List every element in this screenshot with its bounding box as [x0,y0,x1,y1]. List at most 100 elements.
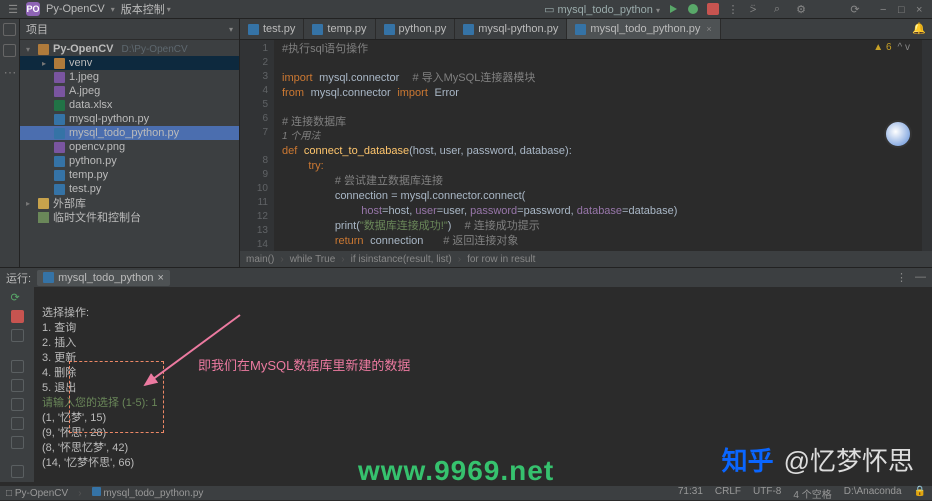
tree-external-libs[interactable]: ▸外部库 [20,196,239,210]
crumb[interactable]: main() [246,254,274,265]
python-icon [54,114,65,125]
tree-scratches[interactable]: 临时文件和控制台 [20,210,239,224]
tree-root[interactable]: ▾ Py-OpenCV D:\Py-OpenCV [20,42,239,56]
wrap-icon[interactable] [11,379,24,392]
status-line-sep[interactable]: CRLF [715,486,741,501]
project-tree[interactable]: ▾ Py-OpenCV D:\Py-OpenCV ▸venv 1.jpeg A.… [20,40,239,226]
sidebar-header[interactable]: 项目 ▾ [20,19,239,40]
code-with-me-icon[interactable]: ⍩ [746,2,760,16]
sidebar-title: 项目 [26,21,48,37]
minimap[interactable] [922,40,932,251]
tree-item[interactable]: data.xlsx [20,98,239,112]
crumb[interactable]: for row in result [467,254,535,265]
code-editor[interactable]: 123456789101112131415161718 #执行sql语句操作 i… [240,40,932,251]
trash-icon[interactable] [11,465,24,478]
lock-icon[interactable]: 🔒 [914,486,926,501]
crumb[interactable]: while True [290,254,336,265]
more-tools-icon[interactable]: ⋯ [4,65,16,81]
chevron-down-icon[interactable]: ▾ [111,5,115,14]
settings-icon[interactable] [11,436,24,449]
close-icon[interactable]: × [157,272,163,284]
image-icon [54,86,65,97]
tab-mysql-todo[interactable]: mysql_todo_python.py× [567,19,720,39]
status-bar: □ Py-OpenCV › mysql_todo_python.py 71:31… [0,486,932,500]
project-tool-icon[interactable] [3,23,16,36]
title-bar: ☰ PO Py-OpenCV ▾ 版本控制▾ ▭ mysql_todo_pyth… [0,0,932,19]
more-icon[interactable]: ⋮ [896,271,907,284]
tree-item[interactable]: mysql-python.py [20,112,239,126]
vcs-menu[interactable]: 版本控制▾ [121,1,171,17]
project-icon: PO [26,2,40,16]
debug-icon[interactable] [686,2,700,16]
tab-mysql-python[interactable]: mysql-python.py [455,19,567,39]
scroll-icon[interactable] [11,360,24,373]
image-icon [54,72,65,83]
tree-item[interactable]: opencv.png [20,140,239,154]
status-file[interactable]: mysql_todo_python.py [92,487,204,499]
main-menu-icon[interactable]: ☰ [6,2,20,16]
library-icon [38,198,49,209]
activity-bar: ⋯ [0,19,20,267]
python-icon [248,24,259,35]
tab-temp[interactable]: temp.py [304,19,375,39]
run-title: 运行: [6,270,31,286]
tree-item[interactable]: python.py [20,154,239,168]
tree-item[interactable]: A.jpeg [20,84,239,98]
status-encoding[interactable]: UTF-8 [753,486,781,501]
run-config-name[interactable]: ▭ mysql_todo_python ▾ [544,3,660,16]
structure-tool-icon[interactable] [3,44,16,57]
python-icon [384,24,395,35]
breadcrumbs[interactable]: main()› while True› if isinstance(result… [240,251,932,267]
run-toolbar: ⟳ [0,287,34,482]
more-icon[interactable]: ⋮ [726,2,740,16]
project-name[interactable]: Py-OpenCV [46,3,105,15]
bell-icon[interactable]: 🔔 [912,22,926,35]
run-tool-window: 运行: mysql_todo_python× ⋮ — ⟳ 选择操作: 1. 查询 … [0,267,932,482]
status-interpreter[interactable]: D:\Anaconda [844,486,902,501]
root-label: Py-OpenCV [53,43,114,55]
image-icon [54,142,65,153]
settings-icon[interactable]: ⚙ [794,2,808,16]
close-icon[interactable]: × [706,24,711,34]
play-icon[interactable] [666,2,680,16]
window-maximize[interactable]: □ [898,4,908,14]
python-icon [54,184,65,195]
window-minimize[interactable]: − [880,4,890,14]
folder-icon [54,58,65,69]
status-indent[interactable]: 4 个空格 [793,486,831,501]
status-project[interactable]: □ Py-OpenCV [6,488,68,499]
code-area[interactable]: #执行sql语句操作 import mysql.connector # 导入My… [274,40,922,251]
root-path: D:\Py-OpenCV [122,44,188,55]
stop-icon[interactable] [11,310,24,323]
tree-item[interactable]: 1.jpeg [20,70,239,84]
tab-test[interactable]: test.py [240,19,304,39]
window-close[interactable]: × [916,4,926,14]
assistant-avatar-icon[interactable] [884,120,912,148]
filter-icon[interactable] [11,417,24,430]
status-caret[interactable]: 71:31 [678,486,703,501]
crumb[interactable]: if isinstance(result, list) [351,254,452,265]
stop-icon[interactable] [706,2,720,16]
tree-item-active[interactable]: mysql_todo_python.py [20,126,239,140]
editor-tabs: test.py temp.py python.py mysql-python.p… [240,19,932,40]
tree-item-venv[interactable]: ▸venv [20,56,239,70]
minimize-tool-icon[interactable]: — [915,271,926,284]
tree-item[interactable]: temp.py [20,168,239,182]
tree-item[interactable]: test.py [20,182,239,196]
tab-python[interactable]: python.py [376,19,456,39]
chevron-down-icon[interactable]: ▾ [229,25,233,34]
python-icon [463,24,474,35]
search-icon[interactable]: ⌕ [770,2,784,16]
editor-inspections[interactable]: ▲ 6^ v [873,42,910,53]
python-icon [54,156,65,167]
sync-icon[interactable]: ⟳ [848,2,862,16]
rerun-icon[interactable]: ⟳ [11,291,24,304]
print-icon[interactable] [11,398,24,411]
run-tab[interactable]: mysql_todo_python× [37,270,170,286]
project-sidebar: 项目 ▾ ▾ Py-OpenCV D:\Py-OpenCV ▸venv 1.jp… [20,19,240,267]
more-icon[interactable] [11,329,24,342]
console-output[interactable]: 选择操作: 1. 查询 2. 插入 3. 更新 4. 删除 5. 退出 请输入您… [34,287,932,482]
python-icon [92,487,101,496]
scratch-icon [38,212,49,223]
python-icon [54,128,65,139]
